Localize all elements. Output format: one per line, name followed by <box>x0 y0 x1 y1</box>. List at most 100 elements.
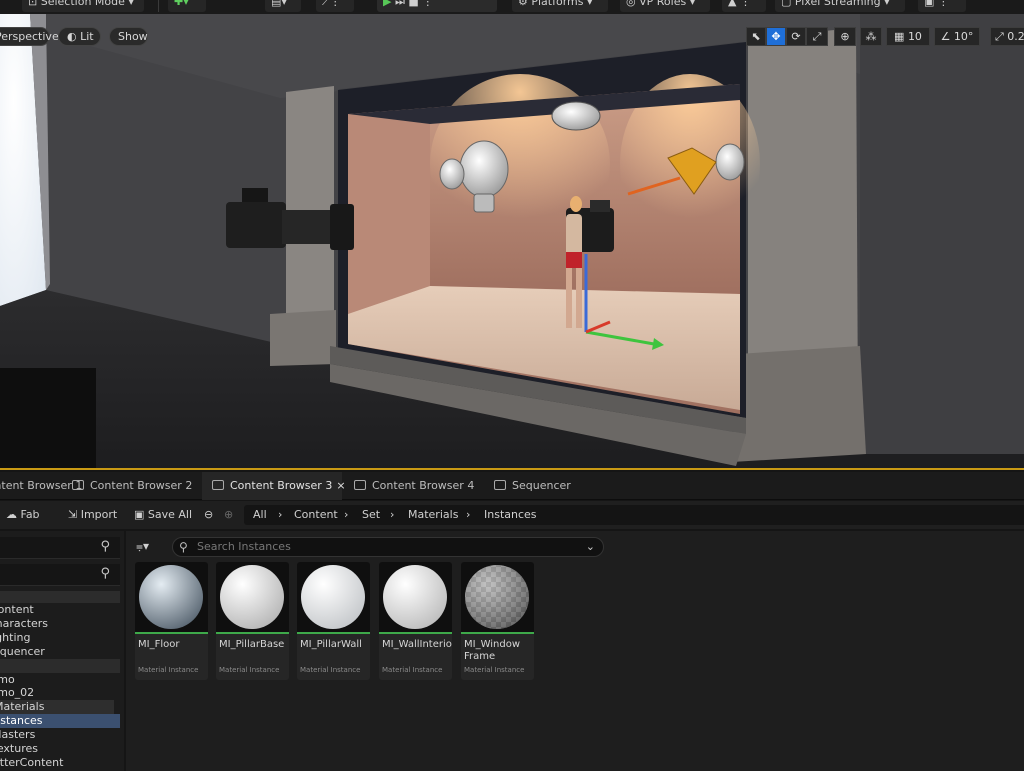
lit-label: Lit <box>80 30 94 43</box>
search-icon[interactable]: ⚲ <box>100 539 110 554</box>
material-sphere-icon <box>383 565 447 629</box>
content-browser-toolbar: ☁ Fab ⇲ Import ▣ Save All ⊖ ⊕ All › Cont… <box>0 501 1024 529</box>
asset-tile[interactable]: MI_Floor Material Instance <box>135 562 208 680</box>
chevron-right-icon: › <box>344 508 349 521</box>
breadcrumb-materials[interactable]: Materials <box>408 505 458 525</box>
breadcrumb-all[interactable]: All <box>253 505 267 525</box>
surface-snap-button[interactable]: ⁂ <box>860 27 882 46</box>
asset-tile[interactable]: MI_PillarWall Material Instance <box>297 562 370 680</box>
chevron-down-icon: ▾ <box>880 0 890 8</box>
tab-content-browser-4[interactable]: Content Browser 4 <box>344 472 484 500</box>
scene-render <box>0 14 1024 470</box>
asset-type-bar <box>135 632 208 634</box>
asset-type: Material Instance <box>300 666 361 674</box>
fab-button[interactable]: ☁ Fab <box>6 506 40 524</box>
coordinate-system-button[interactable]: ⊕ <box>834 27 856 46</box>
viewport-focus-border <box>0 468 1024 470</box>
tab-sequencer[interactable]: Sequencer <box>484 472 584 500</box>
filter-icon: ⩦▾ <box>136 539 150 553</box>
save-all-button[interactable]: ▣ Save All <box>134 506 192 524</box>
save-all-label: Save All <box>147 508 193 521</box>
forward-button[interactable]: ⊕ <box>224 506 233 524</box>
tab-content-browser-1[interactable]: Content Browser 1 <box>0 472 82 500</box>
asset-tile[interactable]: MI_WallInterior Material Instance <box>379 562 452 680</box>
tree-item-content[interactable]: Content <box>0 603 110 617</box>
platforms-dropdown[interactable]: ⚙ Platforms ▾ <box>512 0 608 12</box>
breadcrumb-set[interactable]: Set <box>362 505 380 525</box>
tab-content-browser-2[interactable]: Content Browser 2 <box>62 472 197 500</box>
tree-item-characters[interactable]: Characters <box>0 617 108 631</box>
play-controls[interactable]: ▶ ⏭ ■ ⋮ <box>377 0 497 12</box>
tree-item-demo[interactable]: Demo <box>0 673 102 687</box>
chevron-down-icon: ▾ <box>583 0 593 8</box>
search-icon[interactable]: ⚲ <box>100 566 110 581</box>
fab-icon: ☁ <box>6 508 21 521</box>
chevron-down-icon[interactable]: ⌄ <box>586 538 595 556</box>
tree-item-materials[interactable]: Materials <box>0 700 114 714</box>
scale-snap-button[interactable]: ⤢ 0.25 <box>990 27 1024 46</box>
asset-name: MI_Window Frame <box>464 639 521 662</box>
asset-tile[interactable]: MI_PillarBase Material Instance <box>216 562 289 680</box>
import-icon: ⇲ <box>68 508 81 521</box>
select-mode-button[interactable]: ⬉ <box>746 27 766 46</box>
perspective-label: Perspective <box>0 30 59 43</box>
bottom-tab-bar: Content Browser 1 Content Browser 2 Cont… <box>0 472 1024 500</box>
fab-label: Fab <box>20 508 40 521</box>
search-input[interactable]: ⚲ Search Instances ⌄ <box>172 537 604 557</box>
back-button[interactable]: ⊖ <box>204 506 213 524</box>
sphere-icon: ◐ <box>67 30 81 43</box>
tree-item-textures[interactable]: Textures <box>0 742 112 756</box>
play-icon: ▶ <box>383 0 392 8</box>
tree-item-demo-02[interactable]: Demo_02 <box>0 686 102 700</box>
search-icon: ⚲ <box>179 540 188 554</box>
pixel-streaming-dropdown[interactable]: ▢ Pixel Streaming ▾ <box>775 0 905 12</box>
import-button[interactable]: ⇲ Import <box>68 506 117 524</box>
scale-mode-button[interactable]: ⤢ <box>806 27 828 46</box>
trace-button[interactable]: ▲ ⋮ <box>722 0 766 12</box>
tree-section-header <box>0 659 120 673</box>
search-placeholder: Search Instances <box>197 540 291 553</box>
tree-item-sequencer[interactable]: Sequencer <box>0 645 106 659</box>
grid-snap-value: 10 <box>907 30 922 43</box>
settings-button[interactable]: ▣ ⋮ <box>918 0 966 12</box>
level-viewport[interactable]: Perspective ◐ Lit Show ⬉ ✥ ⟳ ⤢ ⊕ ⁂ ▦ 10 … <box>0 14 1024 470</box>
tree-item-lighting[interactable]: Lighting <box>0 631 106 645</box>
asset-tile[interactable]: MI_Window Frame Material Instance <box>461 562 534 680</box>
translate-mode-button[interactable]: ✥ <box>766 27 786 46</box>
tree-item-scattercontent[interactable]: ScatterContent <box>0 756 100 770</box>
cinematics-button[interactable]: ⟋⋮ <box>316 0 354 12</box>
pixel-streaming-icon: ▢ <box>781 0 795 8</box>
asset-type: Material Instance <box>382 666 443 674</box>
vp-roles-dropdown[interactable]: ◎ VP Roles ▾ <box>620 0 710 12</box>
breadcrumb: All › Content › Set › Materials › Instan… <box>244 505 1024 525</box>
save-icon: ▣ <box>134 508 148 521</box>
material-sphere-icon <box>301 565 365 629</box>
folder-icon <box>72 480 84 490</box>
lit-dropdown[interactable]: ◐ Lit <box>58 27 101 46</box>
add-actor-button[interactable]: ✚▾ <box>168 0 206 12</box>
rotate-mode-button[interactable]: ⟳ <box>786 27 806 46</box>
blueprint-icon: ▤▾ <box>271 0 287 8</box>
breadcrumb-instances[interactable]: Instances <box>484 505 537 525</box>
filter-button[interactable]: ⩦▾ <box>136 539 149 554</box>
chevron-down-icon: ▾ <box>686 0 696 8</box>
rotate-icon: ⟳ <box>791 30 801 43</box>
tree-item-instances[interactable]: Instances <box>0 714 120 728</box>
rotation-snap-button[interactable]: ∠ 10° <box>934 27 980 46</box>
selection-mode-label: Selection Mode <box>40 0 125 8</box>
selection-mode-icon: ⊡ <box>28 0 41 8</box>
show-dropdown[interactable]: Show <box>109 27 148 46</box>
tree-item-masters[interactable]: Masters <box>0 728 112 742</box>
grid-snap-button[interactable]: ▦ 10 <box>886 27 930 46</box>
globe-icon: ⊕ <box>840 30 850 43</box>
selection-mode-dropdown[interactable]: ⊡ Selection Mode ▾ <box>22 0 144 12</box>
breadcrumb-content[interactable]: Content <box>294 505 338 525</box>
vp-roles-label: VP Roles <box>639 0 687 8</box>
tab-content-browser-3[interactable]: Content Browser 3 × <box>202 472 346 500</box>
angle-icon: ∠ <box>940 30 954 43</box>
folders-search[interactable]: ⚲ <box>0 564 120 586</box>
blueprint-button[interactable]: ▤▾ <box>265 0 301 12</box>
favorites-search[interactable]: ⚲ <box>0 537 120 559</box>
cursor-icon: ⬉ <box>751 30 761 43</box>
perspective-dropdown[interactable]: Perspective <box>0 27 59 46</box>
